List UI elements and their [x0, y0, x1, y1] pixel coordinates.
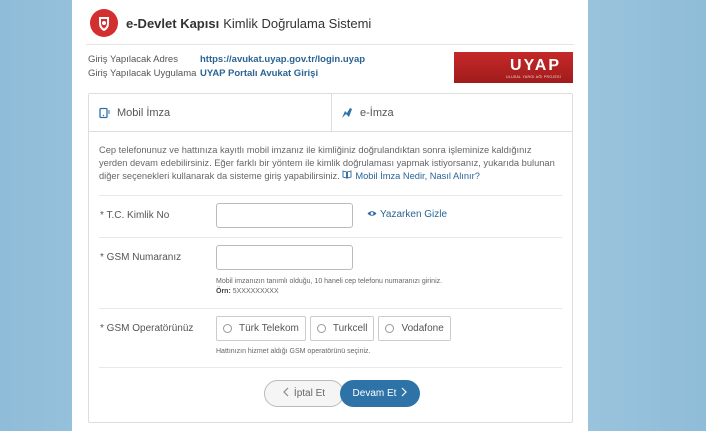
auth-form: Mobil İmza e-İmza Cep telefonunuz ve hat… — [88, 93, 573, 423]
description-text: Cep telefonunuz ve hattınıza kayıtlı mob… — [99, 145, 555, 181]
divider — [99, 237, 562, 238]
header-divider — [86, 44, 574, 45]
e-signature-icon — [340, 106, 354, 120]
chevron-right-icon — [401, 387, 408, 400]
operator-option-turk-telekom[interactable]: Türk Telekom — [216, 316, 306, 341]
continue-button[interactable]: Devam Et — [340, 380, 420, 407]
gsm-example-value: 5XXXXXXXXX — [232, 288, 279, 295]
operator-option-label: Vodafone — [401, 323, 444, 334]
continue-button-label: Devam Et — [352, 388, 397, 399]
operator-label: * GSM Operatörünüz — [100, 323, 194, 334]
uyap-logo-text: UYAP — [510, 56, 561, 74]
gsm-example: Örn: 5XXXXXXXXX — [216, 287, 442, 297]
radio-circle-icon — [385, 324, 395, 333]
address-label: Giriş Yapılacak Adres — [88, 54, 178, 65]
chevron-left-icon — [283, 387, 289, 400]
divider — [99, 308, 562, 309]
auth-tabs: Mobil İmza e-İmza — [89, 94, 572, 132]
tab-mobile-signature[interactable]: Mobil İmza — [89, 94, 331, 131]
radio-circle-icon — [223, 324, 232, 333]
edevlet-logo — [90, 9, 118, 37]
help-link[interactable]: Mobil İmza Nedir, Nasıl Alınır? — [342, 170, 480, 183]
radio-circle-icon — [316, 324, 326, 333]
uyap-logo-subtext: ULUSAL YARGI AĞI PROJESİ — [506, 74, 561, 79]
cancel-button-label: İptal Et — [293, 388, 326, 399]
operator-radio-group: Türk Telekom Turkcell Vodafone — [216, 316, 451, 341]
help-link-label: Mobil İmza Nedir, Nasıl Alınır? — [355, 171, 480, 181]
description: Cep telefonunuz ve hattınıza kayıtlı mob… — [99, 144, 562, 183]
login-panel: e-Devlet Kapısı Kimlik Doğrulama Sistemi… — [72, 0, 588, 431]
brand-title: e-Devlet Kapısı — [126, 15, 220, 31]
login-info: Giriş Yapılacak Adres https://avukat.uya… — [88, 53, 365, 81]
cancel-button[interactable]: İptal Et — [264, 380, 344, 407]
operator-option-label: Türk Telekom — [239, 323, 299, 334]
divider — [99, 367, 562, 368]
divider — [99, 195, 562, 196]
gsm-label: * GSM Numaranız — [100, 252, 182, 263]
operator-hint: Hattınızın hizmet aldığı GSM operatörünü… — [216, 348, 371, 355]
gsm-hint-text: Mobil imzanızın tanımlı olduğu, 10 hanel… — [216, 278, 443, 285]
tc-label: * T.C. Kimlik No — [100, 210, 170, 221]
gsm-example-label: Örn: — [216, 288, 231, 295]
tab-e-signature[interactable]: e-İmza — [331, 94, 572, 131]
operator-option-turkcell[interactable]: Turkcell — [309, 316, 375, 341]
tab-mobile-signature-label: Mobil İmza — [117, 106, 171, 119]
brand-subtitle: Kimlik Doğrulama Sistemi — [223, 15, 372, 31]
tab-e-signature-label: e-İmza — [360, 106, 394, 119]
mobile-signature-icon — [99, 107, 111, 119]
gsm-hint: Mobil imzanızın tanımlı olduğu, 10 hanel… — [216, 277, 442, 297]
hide-while-typing-link[interactable]: Yazarken Gizle — [367, 209, 447, 220]
address-value: https://avukat.uyap.gov.tr/login.uyap — [200, 54, 366, 65]
operator-option-vodafone[interactable]: Vodafone — [378, 316, 451, 341]
gsm-input[interactable] — [216, 245, 353, 270]
header: e-Devlet Kapısı Kimlik Doğrulama Sistemi — [90, 8, 371, 38]
app-value: UYAP Portalı Avukat Girişi — [200, 68, 319, 79]
app-label: Giriş Yapılacak Uygulama — [88, 68, 197, 79]
tc-input[interactable] — [216, 203, 353, 228]
uyap-logo: UYAP ULUSAL YARGI AĞI PROJESİ — [454, 52, 573, 83]
operator-option-label: Turkcell — [332, 323, 368, 334]
hide-while-typing-label: Yazarken Gizle — [380, 209, 448, 220]
eye-icon — [367, 209, 377, 220]
book-icon — [342, 170, 352, 183]
